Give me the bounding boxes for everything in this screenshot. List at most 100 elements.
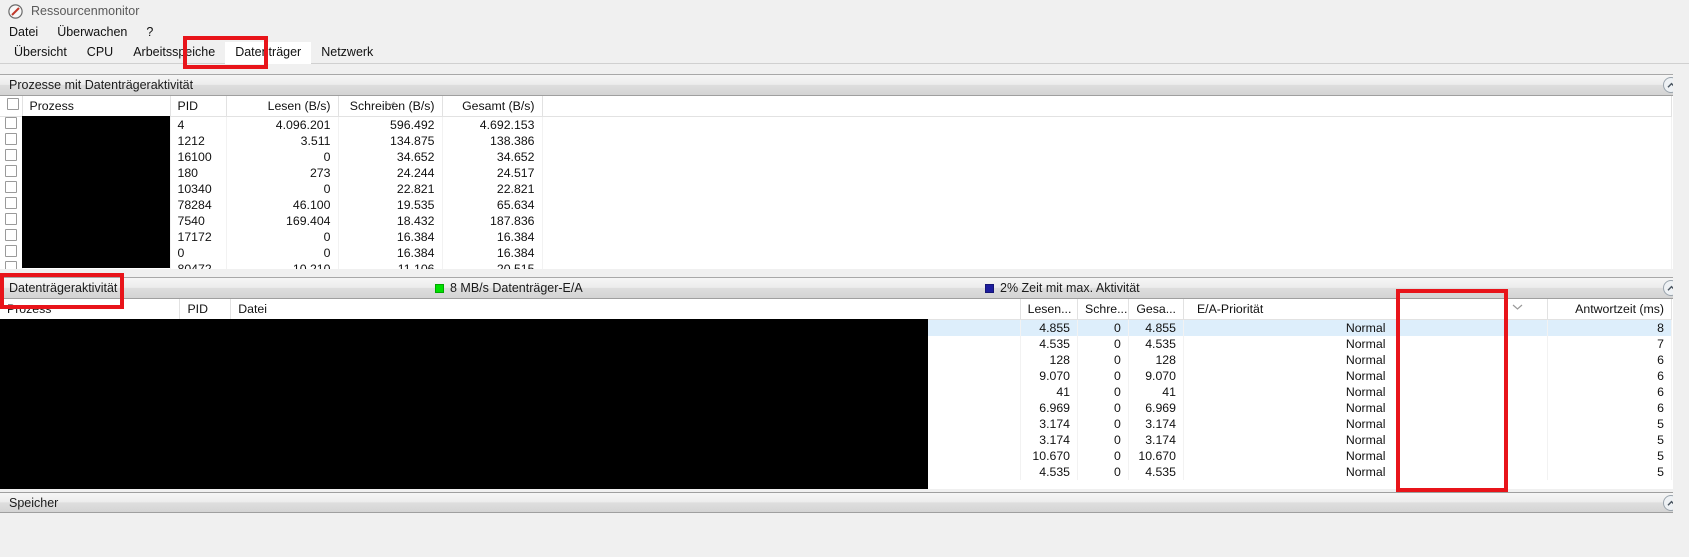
cell-ea-prioritaet: Normal xyxy=(1183,447,1549,464)
processes-section-header[interactable]: Prozesse mit Datenträgeraktivität xyxy=(0,75,1689,96)
tab-cpu[interactable]: CPU xyxy=(77,42,123,64)
row-checkbox[interactable] xyxy=(5,148,17,161)
tab-uebersicht[interactable]: Übersicht xyxy=(4,42,77,64)
cell-pid: 78284 xyxy=(170,196,227,213)
legend-max-activity-label: 2% Zeit mit max. Aktivität xyxy=(1000,281,1140,295)
row-checkbox[interactable] xyxy=(5,212,17,225)
column-header-gesamt[interactable]: Gesamt (B/s) xyxy=(442,96,543,117)
row-checkbox-cell[interactable] xyxy=(0,228,23,245)
tab-arbeitsspeicher[interactable]: Arbeitsspeiche xyxy=(123,42,225,64)
cell-schreiben: 0 xyxy=(1077,463,1129,480)
disk-activity-table-wrap: Prozess PID Datei Lesen... Schre... Gesa… xyxy=(0,299,1689,489)
tab-netzwerk[interactable]: Netzwerk xyxy=(311,42,383,64)
cell-lesen: 128 xyxy=(1020,351,1079,368)
cell-antwortzeit: 5 xyxy=(1547,447,1672,464)
cell-pid: 7540 xyxy=(170,212,227,229)
table-row[interactable]: 0 0 16.384 16.384 xyxy=(0,244,1672,261)
row-checkbox-cell[interactable] xyxy=(0,132,23,149)
row-checkbox[interactable] xyxy=(5,228,17,241)
cell-lesen: 46.100 xyxy=(226,196,339,213)
column-header-antwortzeit[interactable]: Antwortzeit (ms) xyxy=(1547,299,1672,320)
column-header-pid[interactable]: PID xyxy=(170,96,227,117)
row-checkbox-cell[interactable] xyxy=(0,244,23,261)
column-header-lesen[interactable]: Lesen (B/s) xyxy=(226,96,339,117)
select-all-header[interactable] xyxy=(0,96,23,117)
cell-gesamt: 4.855 xyxy=(1128,319,1184,336)
resource-monitor-window: Ressourcenmonitor Datei Überwachen ? Übe… xyxy=(0,0,1689,557)
cell-lesen: 4.096.201 xyxy=(226,116,339,133)
memory-section-header[interactable]: Speicher xyxy=(0,492,1689,513)
table-row[interactable]: 78284 46.100 19.535 65.634 xyxy=(0,196,1672,213)
column-header-schreiben[interactable]: Schre... xyxy=(1077,299,1129,320)
row-checkbox-cell[interactable] xyxy=(0,116,23,133)
table-row[interactable]: 4 4.096.201 596.492 4.692.153 xyxy=(0,116,1672,133)
row-checkbox-cell[interactable] xyxy=(0,148,23,165)
disk-activity-section-header[interactable]: Datenträgeraktivität 8 MB/s Datenträger-… xyxy=(0,278,1689,299)
row-checkbox-cell[interactable] xyxy=(0,260,23,269)
cell-antwortzeit: 5 xyxy=(1547,431,1672,448)
column-header-ea-prioritaet[interactable]: E/A-Priorität xyxy=(1183,299,1549,320)
row-checkbox-cell[interactable] xyxy=(0,196,23,213)
cell-lesen: 3.511 xyxy=(226,132,339,149)
disk-activity-header-row: Prozess PID Datei Lesen... Schre... Gesa… xyxy=(0,299,1672,320)
cell-ea-prioritaet: Normal xyxy=(1183,367,1549,384)
row-checkbox[interactable] xyxy=(5,260,17,269)
table-row[interactable]: 80472 10.210 11.106 20.515 xyxy=(0,260,1672,269)
cell-schreiben: 34.652 xyxy=(338,148,443,165)
row-checkbox[interactable] xyxy=(5,116,17,129)
row-checkbox-cell[interactable] xyxy=(0,212,23,229)
cell-antwortzeit: 6 xyxy=(1547,351,1672,368)
column-header-lesen[interactable]: Lesen... xyxy=(1020,299,1079,320)
row-checkbox[interactable] xyxy=(5,180,17,193)
row-checkbox-cell[interactable] xyxy=(0,180,23,197)
table-row[interactable]: 7540 169.404 18.432 187.836 xyxy=(0,212,1672,229)
select-all-checkbox[interactable] xyxy=(7,98,20,111)
row-checkbox-cell[interactable] xyxy=(0,164,23,181)
sort-descending-icon xyxy=(385,96,396,110)
cell-gesamt: 4.535 xyxy=(1128,463,1184,480)
cell-gesamt: 187.836 xyxy=(442,212,543,229)
green-swatch xyxy=(435,283,444,293)
cell-antwortzeit: 7 xyxy=(1547,335,1672,352)
column-header-pid[interactable]: PID xyxy=(179,299,232,320)
menu-item-ueberwachen[interactable]: Überwachen xyxy=(55,23,136,42)
cell-lesen: 169.404 xyxy=(226,212,339,229)
cell-lesen: 4.855 xyxy=(1020,319,1079,336)
cell-schreiben: 0 xyxy=(1077,383,1129,400)
column-header-prozess[interactable]: Prozess xyxy=(22,96,171,117)
cell-lesen: 4.535 xyxy=(1020,463,1079,480)
cell-filler xyxy=(542,244,1672,261)
row-checkbox[interactable] xyxy=(5,196,17,209)
row-checkbox[interactable] xyxy=(5,164,17,177)
column-header-datei[interactable]: Datei xyxy=(230,299,1021,320)
cell-lesen: 6.969 xyxy=(1020,399,1079,416)
table-row[interactable]: 1212 3.511 134.875 138.386 xyxy=(0,132,1672,149)
menu-item-datei[interactable]: Datei xyxy=(7,23,47,42)
legend-disk-io-label: 8 MB/s Datenträger-E/A xyxy=(450,281,583,295)
column-header-gesamt[interactable]: Gesa... xyxy=(1128,299,1184,320)
column-header-schreiben[interactable]: Schreiben (B/s) xyxy=(338,96,443,117)
cell-filler xyxy=(542,212,1672,229)
cell-schreiben: 0 xyxy=(1077,351,1129,368)
cell-lesen: 10.210 xyxy=(226,260,339,269)
cell-gesamt: 16.384 xyxy=(442,228,543,245)
cell-antwortzeit: 8 xyxy=(1547,319,1672,336)
cell-ea-prioritaet: Normal xyxy=(1183,319,1549,336)
cell-lesen: 3.174 xyxy=(1020,415,1079,432)
cell-schreiben: 22.821 xyxy=(338,180,443,197)
tab-datentraeger[interactable]: Datenträger xyxy=(225,42,312,64)
cell-schreiben: 16.384 xyxy=(338,228,443,245)
cell-lesen: 4.535 xyxy=(1020,335,1079,352)
table-row[interactable]: 10340 0 22.821 22.821 xyxy=(0,180,1672,197)
row-checkbox[interactable] xyxy=(5,244,17,257)
sort-descending-icon xyxy=(1512,299,1523,313)
cell-pid: 10340 xyxy=(170,180,227,197)
menu-item-help[interactable]: ? xyxy=(144,23,162,42)
cell-lesen: 0 xyxy=(226,180,339,197)
row-checkbox[interactable] xyxy=(5,132,17,145)
table-row[interactable]: 16100 0 34.652 34.652 xyxy=(0,148,1672,165)
cell-filler xyxy=(542,132,1672,149)
column-header-prozess[interactable]: Prozess xyxy=(0,299,181,320)
table-row[interactable]: 17172 0 16.384 16.384 xyxy=(0,228,1672,245)
table-row[interactable]: 180 273 24.244 24.517 xyxy=(0,164,1672,181)
